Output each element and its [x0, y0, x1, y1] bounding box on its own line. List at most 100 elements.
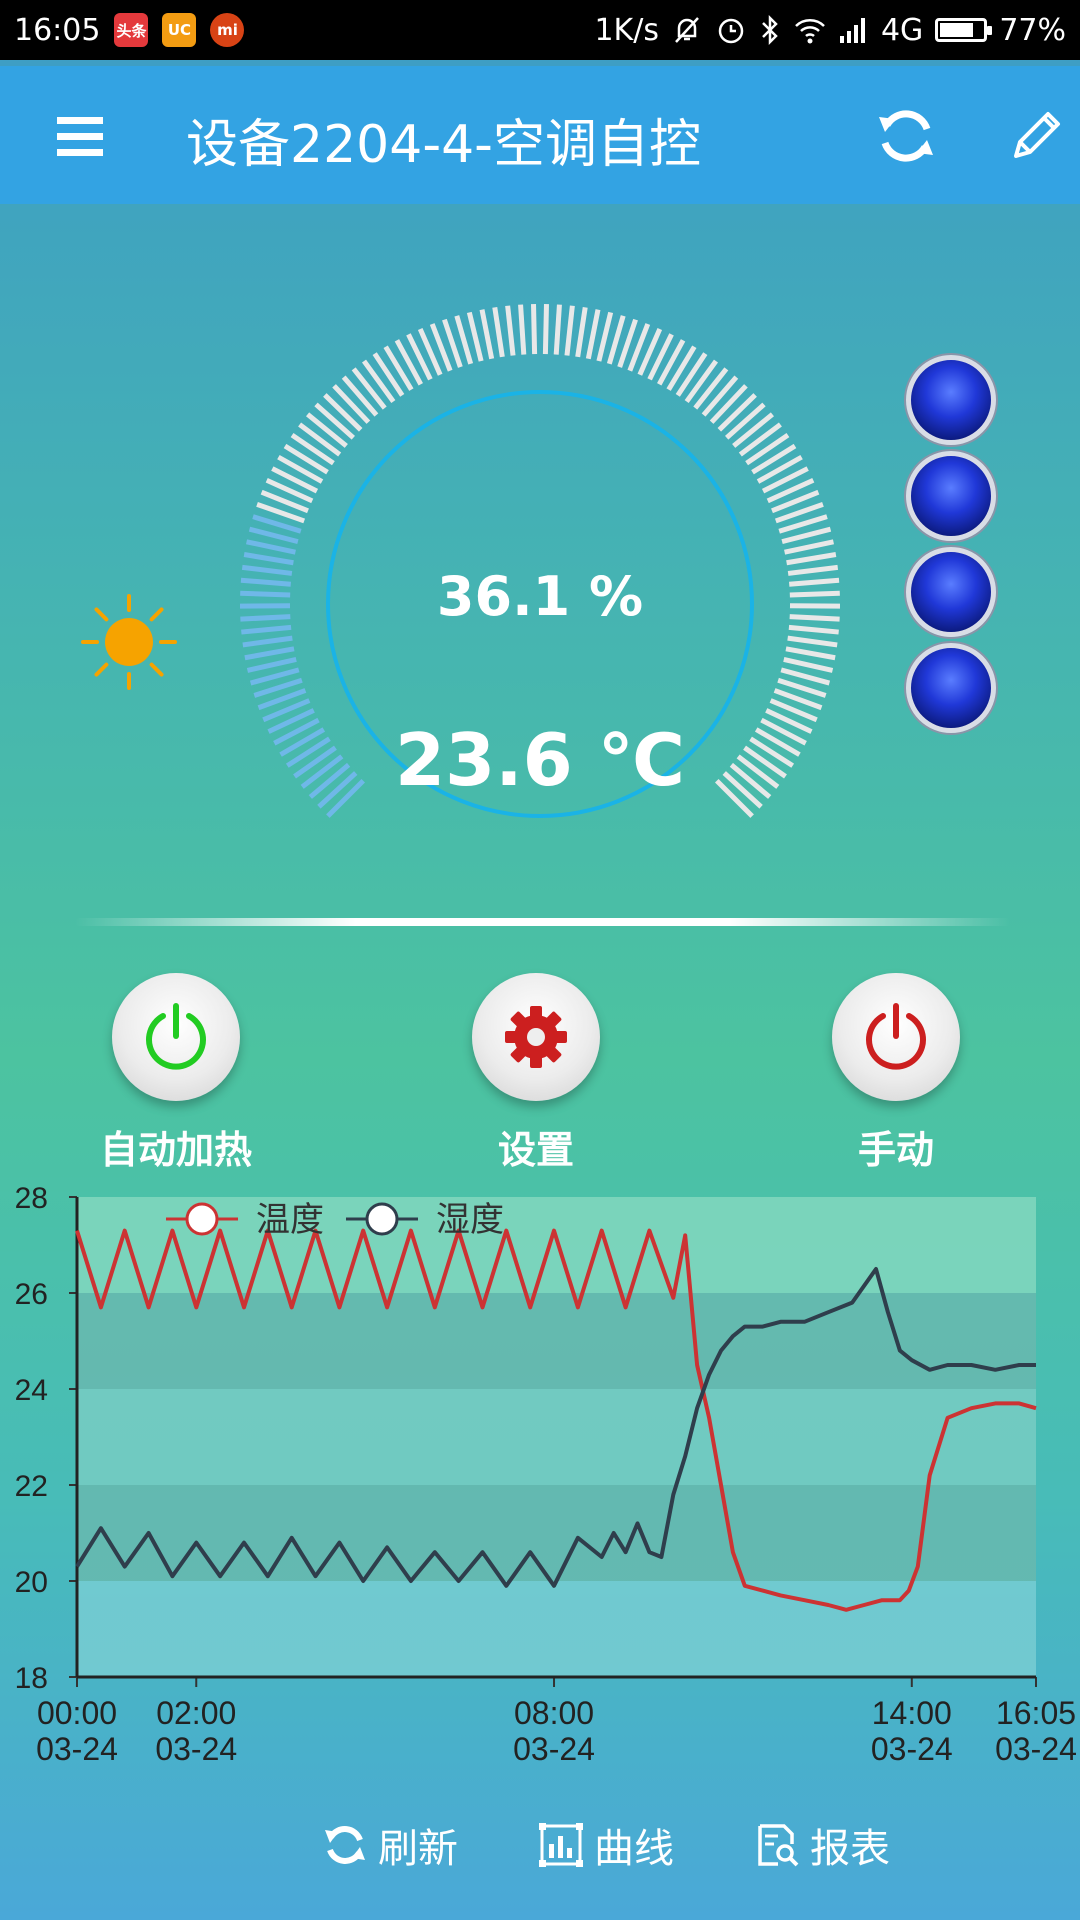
- indicator-led-1: [906, 355, 996, 445]
- refresh-label: 刷新: [378, 1826, 458, 1872]
- x-tick-date: 03-24: [871, 1731, 953, 1767]
- gauge-tick: [787, 635, 838, 648]
- y-tick-label: 20: [15, 1566, 48, 1599]
- battery-icon: [935, 18, 993, 42]
- gauge-tick: [675, 352, 708, 397]
- x-tick-time: 00:00: [37, 1695, 117, 1731]
- gauge-tick: [743, 745, 787, 779]
- gauge-tick: [372, 352, 405, 397]
- menu-button[interactable]: [40, 96, 120, 176]
- legend-marker: [365, 1202, 399, 1236]
- gauge-tick: [383, 345, 414, 391]
- gauge-tick: [756, 454, 803, 484]
- gauge-tick: [246, 539, 296, 555]
- gauge-tick: [709, 384, 748, 424]
- app-header: 设备2204-4-空调自控: [0, 66, 1080, 204]
- gauge-tick: [575, 307, 588, 358]
- gauge-tick: [290, 433, 335, 466]
- gauge-tick: [585, 309, 601, 360]
- refresh-icon: [325, 1826, 365, 1864]
- curve-button[interactable]: 曲线: [538, 1805, 674, 1885]
- gauge-tick: [596, 311, 614, 362]
- sun-icon: [81, 594, 177, 690]
- gauge-tick: [300, 754, 344, 789]
- gauge-tick: [479, 309, 495, 360]
- network-type: 4G: [880, 12, 924, 48]
- gauge-tick: [542, 304, 549, 355]
- x-tick-date: 03-24: [995, 1731, 1077, 1767]
- gauge-tick: [785, 646, 836, 661]
- indicator-led-3: [906, 547, 996, 637]
- gauge-tick: [693, 367, 729, 410]
- chart-band: [77, 1293, 1036, 1389]
- manual-button[interactable]: 手动: [796, 973, 996, 1174]
- gauge-tick: [736, 754, 780, 789]
- gauge-tick: [789, 577, 840, 587]
- legend-label: 湿度: [436, 1201, 504, 1239]
- gauge-tick: [361, 359, 396, 404]
- manual-label: 手动: [857, 1128, 934, 1172]
- x-tick-time: 08:00: [514, 1695, 594, 1731]
- gauge-tick: [351, 367, 387, 410]
- pencil-edit-icon: [1014, 112, 1060, 158]
- signal-icon: [839, 18, 865, 43]
- refresh-button[interactable]: 刷新: [322, 1805, 458, 1885]
- sync-button[interactable]: [866, 96, 946, 176]
- report-button[interactable]: 报表: [754, 1805, 890, 1885]
- settings-button[interactable]: 设置: [436, 973, 636, 1174]
- indicator-led-2: [906, 451, 996, 541]
- report-search-icon: [758, 1824, 799, 1867]
- uc-app-icon: UC: [162, 13, 197, 47]
- y-tick-label: 24: [15, 1374, 48, 1407]
- gauge-tick: [285, 736, 331, 768]
- gauge-tick: [248, 526, 299, 545]
- gauge-tick: [531, 304, 538, 355]
- power-icon: [866, 1003, 926, 1070]
- x-tick-date: 03-24: [36, 1731, 118, 1767]
- x-tick-date: 03-24: [155, 1731, 237, 1767]
- gauge-tick: [784, 539, 834, 555]
- gear-icon: [505, 1006, 567, 1068]
- gauge-tick: [293, 745, 337, 779]
- alarm-icon: [718, 18, 744, 44]
- gauge-tick: [749, 736, 795, 768]
- gauge-tick: [244, 646, 295, 661]
- gauge-tick: [341, 375, 379, 417]
- gauge-tick: [279, 727, 326, 757]
- bluetooth-icon: [762, 14, 778, 46]
- gauge-tick: [754, 727, 801, 757]
- gauge-tick: [332, 384, 371, 424]
- gauge-tick: [684, 359, 719, 404]
- gauge-tick: [323, 393, 363, 432]
- gauge-tick: [246, 656, 297, 673]
- hamburger-menu-icon: [57, 117, 103, 156]
- gauge-tick: [298, 422, 342, 457]
- gauge-tick: [505, 305, 516, 356]
- gauge-tick: [553, 304, 562, 355]
- auto-heat-button[interactable]: 自动加热: [76, 973, 276, 1174]
- legend-label: 温度: [256, 1201, 324, 1239]
- gauge-tick: [277, 454, 324, 484]
- refresh-sync-icon: [879, 110, 933, 162]
- gauge-tick: [240, 590, 291, 598]
- settings-label: 设置: [497, 1128, 574, 1172]
- gauge-tick: [466, 311, 484, 362]
- status-time: 16:05: [14, 12, 101, 48]
- gauge-tick: [786, 552, 837, 566]
- legend-marker: [185, 1202, 219, 1236]
- gauge-tick: [518, 304, 527, 355]
- x-tick-time: 14:00: [872, 1695, 952, 1731]
- mute-bell-icon: [675, 17, 699, 43]
- curve-label: 曲线: [594, 1826, 674, 1872]
- gauge-tick: [789, 614, 840, 622]
- gauge-tick: [314, 402, 355, 440]
- wifi-icon: [795, 19, 825, 44]
- section-divider: [75, 918, 1010, 926]
- gauge-tick: [283, 443, 329, 475]
- edit-button[interactable]: [996, 96, 1076, 176]
- gauge-tick: [781, 526, 832, 545]
- net-speed: 1K/s: [594, 12, 659, 48]
- gauge-tick: [732, 412, 774, 448]
- battery-percent: 77%: [999, 12, 1066, 48]
- gauge-tick: [564, 305, 575, 356]
